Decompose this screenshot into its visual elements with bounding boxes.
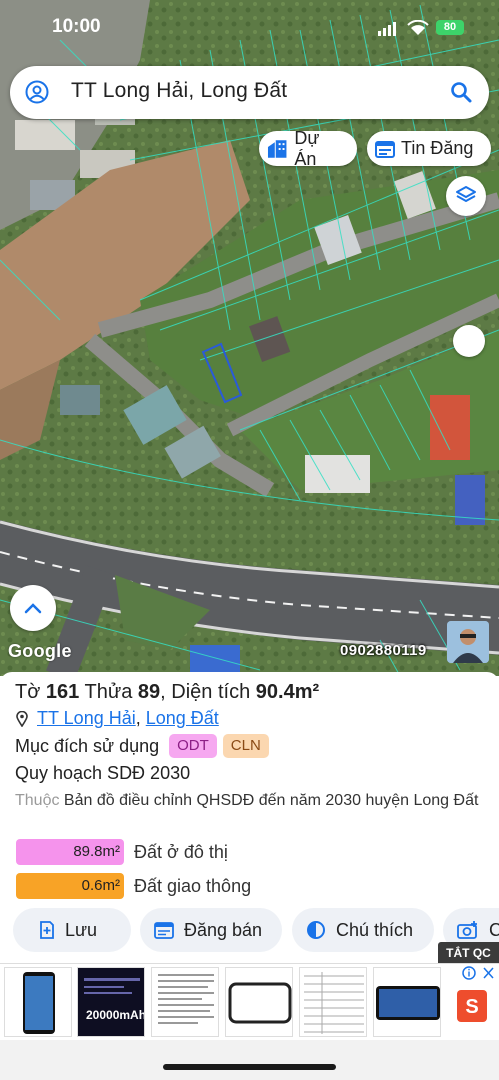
sheet-number: 161	[45, 681, 80, 703]
projects-chip-label: Dự Án	[294, 127, 320, 169]
capture-label: C	[489, 919, 499, 940]
ad-thumb-text[interactable]	[151, 967, 219, 1037]
account-icon[interactable]	[25, 80, 49, 104]
contrast-icon	[307, 921, 325, 939]
projects-chip[interactable]: Dự Án	[259, 128, 357, 169]
listings-chip-label: Tin Đăng	[401, 138, 474, 158]
land-use-purpose: Mục đích sử dụng ODT CLN	[15, 734, 269, 758]
cellular-signal-icon	[378, 22, 396, 36]
ad-thumb-glass[interactable]	[225, 967, 293, 1037]
plan-source-text: Bản đồ điều chỉnh QHSDĐ đến năm 2030 huy…	[63, 792, 479, 809]
parcel-location: TT Long Hải, Long Đất	[16, 708, 219, 729]
ad-banner[interactable]: 20000mAh	[0, 963, 499, 1039]
layers-button[interactable]	[446, 176, 486, 216]
zone-row-odt: 89.8m² Đất ở đô thị	[16, 839, 228, 865]
location-pin-icon	[16, 710, 28, 727]
agent-avatar[interactable]	[447, 621, 489, 663]
post-sale-label: Đăng bán	[184, 919, 263, 940]
location-separator: ,	[135, 708, 146, 728]
district-link[interactable]: Long Đất	[146, 708, 219, 729]
shopee-logo-icon[interactable]: S	[457, 990, 487, 1022]
ad-info-icon[interactable]	[462, 965, 496, 981]
listing-icon	[375, 140, 395, 158]
save-label: Lưu	[65, 919, 98, 940]
zone-row-traffic: 0.6m² Đất giao thông	[16, 873, 251, 899]
battery-icon: 80	[436, 20, 464, 35]
zone-label: Đất ở đô thị	[134, 841, 228, 862]
building-icon	[267, 139, 287, 158]
purpose-badge-cln[interactable]: CLN	[222, 734, 269, 758]
status-bar: 10:00 80	[0, 14, 499, 44]
sheet-label: Tờ	[15, 681, 41, 703]
search-icon[interactable]	[449, 80, 473, 104]
home-indicator[interactable]	[163, 1064, 336, 1070]
area-label: Diện tích	[171, 681, 251, 703]
zone-area-bar: 89.8m²	[16, 839, 124, 865]
legend-button[interactable]: Chú thích	[292, 908, 434, 952]
zone-label: Đất giao thông	[134, 875, 252, 896]
title-comma: ,	[160, 681, 166, 703]
search-bar[interactable]: TT Long Hải, Long Đất	[10, 66, 489, 119]
plan-title: Quy hoạch SDĐ 2030	[15, 763, 191, 783]
layers-icon	[456, 186, 476, 202]
map-view[interactable]: 10:00 80 TT Long Hải, Long Đất Dự Án Tin…	[0, 0, 499, 676]
parcel-title: Tờ 161 Thửa 89, Diện tích 90.4m²	[15, 681, 319, 704]
ad-thumb-battery[interactable]: 20000mAh	[77, 967, 145, 1037]
calendar-icon	[154, 922, 174, 939]
search-input[interactable]: TT Long Hải, Long Đất	[71, 79, 287, 103]
action-row: Lưu Đăng bán Chú thích C	[0, 908, 499, 954]
floating-handle-button[interactable]	[453, 325, 485, 357]
plan-source: Thuộc Bản đồ điều chỉnh QHSDĐ đến năm 20…	[15, 789, 485, 813]
town-link[interactable]: TT Long Hải	[37, 708, 136, 729]
parcel-info-sheet: Tờ 161 Thửa 89, Diện tích 90.4m² TT Long…	[0, 672, 499, 967]
ad-thumb-phone[interactable]	[4, 967, 72, 1037]
status-time: 10:00	[52, 16, 101, 37]
close-ad-button[interactable]: TẮT QC	[438, 942, 499, 964]
post-sale-button[interactable]: Đăng bán	[140, 908, 282, 952]
ad-thumb-screen[interactable]	[373, 967, 441, 1037]
ad-thumb-battery-text: 20000mAh	[86, 1008, 145, 1022]
plot-label: Thửa	[84, 681, 133, 703]
bookmark-add-icon	[40, 921, 54, 939]
zone-area-bar: 0.6m²	[16, 873, 124, 899]
plot-number: 89	[137, 681, 161, 703]
purpose-badge-odt[interactable]: ODT	[169, 734, 217, 758]
chevron-up-icon	[24, 603, 42, 614]
plan-prefix: Thuộc	[15, 792, 60, 809]
wifi-icon	[407, 20, 429, 35]
expand-sheet-button[interactable]	[10, 585, 56, 631]
purpose-label: Mục đích sử dụng	[15, 735, 160, 756]
area-value: 90.4m²	[255, 681, 320, 703]
home-indicator-area	[0, 1040, 499, 1080]
ad-thumb-table[interactable]	[299, 967, 367, 1037]
camera-add-icon	[457, 921, 477, 939]
ad-phone-number[interactable]: 0902880119	[340, 642, 427, 659]
listings-chip[interactable]: Tin Đăng	[367, 131, 491, 166]
google-attribution: Google	[8, 641, 72, 661]
save-button[interactable]: Lưu	[13, 908, 131, 952]
legend-label: Chú thích	[336, 919, 414, 940]
